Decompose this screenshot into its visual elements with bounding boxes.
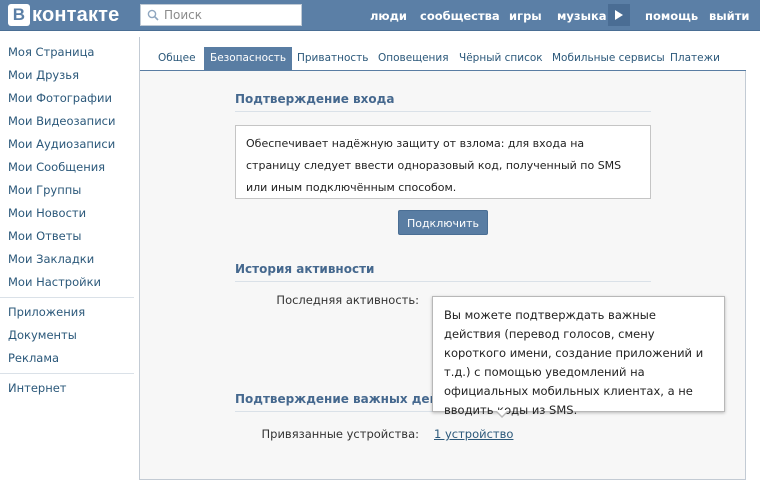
tab-notifications[interactable]: Оповещения (372, 47, 455, 70)
sidebar-item-friends[interactable]: Мои Друзья (0, 64, 134, 87)
vk-logo[interactable]: В контакте (8, 4, 120, 26)
devices-tooltip: Вы можете подтверждать важные действия (… (432, 296, 725, 417)
search-input[interactable] (164, 8, 294, 22)
logo-letter: В (8, 4, 30, 26)
sidebar-item-groups[interactable]: Мои Группы (0, 179, 134, 202)
search-box[interactable] (140, 4, 302, 26)
sidebar-item-apps[interactable]: Приложения (0, 301, 134, 324)
left-sidebar: Моя Страница Мои Друзья Мои Фотографии М… (0, 41, 134, 400)
sidebar-item-internet[interactable]: Интернет (0, 377, 134, 400)
settings-tabs: Общее Безопасность Приватность Оповещени… (140, 47, 746, 71)
play-button[interactable] (608, 4, 630, 26)
sidebar-item-ads[interactable]: Реклама (0, 347, 134, 370)
nav-logout-link[interactable]: выйти (709, 0, 749, 31)
play-icon (615, 10, 623, 20)
login-confirm-description: Обеспечивает надёжную защиту от взлома: … (235, 125, 651, 199)
last-activity-label: Последняя активность: (276, 293, 419, 307)
sidebar-item-my-page[interactable]: Моя Страница (0, 41, 134, 64)
tab-mobile-services[interactable]: Мобильные сервисы (546, 47, 671, 70)
sidebar-item-documents[interactable]: Документы (0, 324, 134, 347)
tooltip-arrow-inner (496, 410, 508, 416)
nav-people-link[interactable]: люди (370, 0, 407, 31)
sidebar-divider (0, 373, 134, 374)
linked-devices-label: Привязанные устройства: (261, 427, 420, 441)
sidebar-item-bookmarks[interactable]: Мои Закладки (0, 248, 134, 271)
logo-text: контакте (32, 3, 120, 26)
sidebar-item-audio[interactable]: Мои Аудиозаписи (0, 133, 134, 156)
settings-panel: Общее Безопасность Приватность Оповещени… (139, 37, 746, 480)
sidebar-item-news[interactable]: Мои Новости (0, 202, 134, 225)
nav-help-link[interactable]: помощь (645, 0, 698, 31)
login-confirm-title: Подтверждение входа (235, 92, 651, 112)
tab-blacklist[interactable]: Чёрный список (453, 47, 549, 70)
sidebar-item-settings[interactable]: Мои Настройки (0, 271, 134, 294)
nav-music-link[interactable]: музыка (557, 0, 607, 31)
sidebar-item-videos[interactable]: Мои Видеозаписи (0, 110, 134, 133)
tab-general[interactable]: Общее (152, 47, 202, 70)
sidebar-divider (0, 297, 134, 298)
tab-privacy[interactable]: Приватность (291, 47, 375, 70)
sidebar-item-photos[interactable]: Мои Фотографии (0, 87, 134, 110)
search-icon (147, 9, 159, 21)
linked-devices-link[interactable]: 1 устройство (434, 427, 513, 441)
tab-payments[interactable]: Платежи (664, 47, 726, 70)
tab-security[interactable]: Безопасность (204, 47, 293, 71)
activity-history-title: История активности (235, 262, 651, 282)
nav-games-link[interactable]: игры (509, 0, 542, 31)
sidebar-item-messages[interactable]: Мои Сообщения (0, 156, 134, 179)
sidebar-item-answers[interactable]: Мои Ответы (0, 225, 134, 248)
top-bar: В контакте люди сообщества игры музыка п… (0, 0, 760, 31)
connect-button[interactable]: Подключить (398, 210, 488, 235)
nav-communities-link[interactable]: сообщества (420, 0, 500, 31)
